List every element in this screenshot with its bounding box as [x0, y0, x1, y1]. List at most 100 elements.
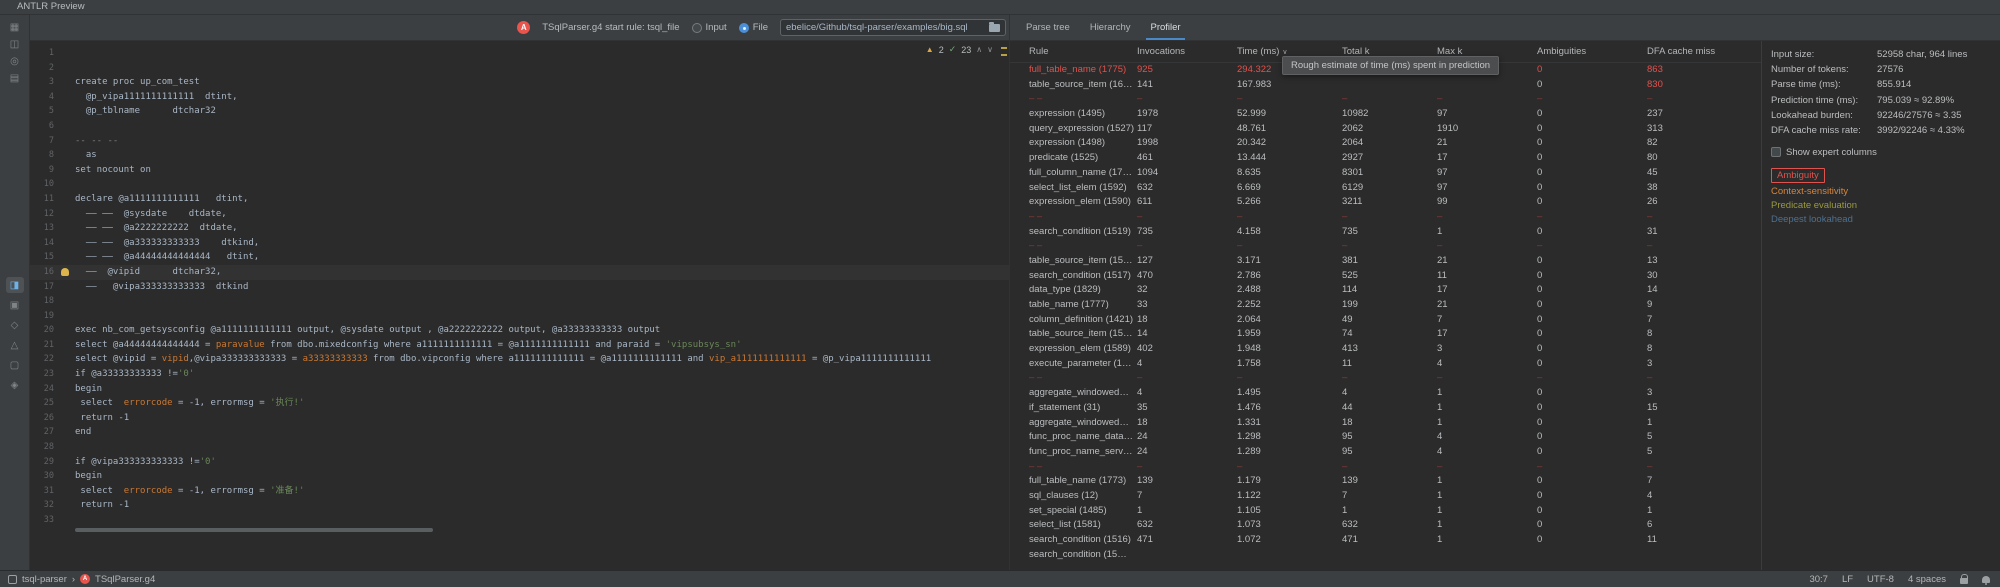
- code-line[interactable]: 28: [30, 440, 1009, 455]
- code-line[interactable]: 33: [30, 513, 1009, 528]
- table-row[interactable]: predicate (1525)46113.444292717080: [1010, 151, 1761, 166]
- code-line[interactable]: 4 @p_vipa1111111111111 dtint,: [30, 90, 1009, 105]
- table-row[interactable]: table_name (1777)332.2521992109: [1010, 298, 1761, 313]
- table-row[interactable]: – –––––––: [1010, 460, 1761, 475]
- tool-window-icon-5[interactable]: ◈: [6, 377, 24, 393]
- code-line[interactable]: 15 —— —— @a44444444444444 dtint,: [30, 250, 1009, 265]
- table-row[interactable]: select_list (1581)6321.073632106: [1010, 518, 1761, 533]
- table-row[interactable]: select_list_elem (1592)6326.669612997038: [1010, 181, 1761, 196]
- table-row[interactable]: full_column_name (17…10948.635830197045: [1010, 166, 1761, 181]
- code-line[interactable]: 6: [30, 119, 1009, 134]
- code-line[interactable]: 21select @a44444444444444 = paravalue fr…: [30, 338, 1009, 353]
- tool-window-icon-2[interactable]: ◇: [6, 317, 24, 333]
- notifications-bell-icon[interactable]: [1982, 576, 1990, 583]
- project-icon[interactable]: ▦: [6, 19, 24, 35]
- table-row[interactable]: – –––––––: [1010, 239, 1761, 254]
- inspections-widget[interactable]: ▲2 ✓23 ∧ ∨: [926, 44, 993, 55]
- breadcrumb-file[interactable]: TSqlParser.g4: [95, 574, 155, 585]
- code-line[interactable]: 32 return -1: [30, 498, 1009, 513]
- folder-icon[interactable]: [989, 24, 1000, 32]
- code-line[interactable]: 25 select errorcode = -1, errormsg = '执行…: [30, 396, 1009, 411]
- table-row[interactable]: table_source_item (16…141167.9830830: [1010, 78, 1761, 93]
- caret-position[interactable]: 30:7: [1809, 574, 1828, 585]
- file-radio[interactable]: File: [739, 22, 768, 33]
- intention-bulb-icon[interactable]: [61, 268, 69, 276]
- table-row[interactable]: data_type (1829)322.48811417014: [1010, 283, 1761, 298]
- table-row[interactable]: aggregate_windowed…41.4954103: [1010, 386, 1761, 401]
- column-header-ambiguities[interactable]: Ambiguities: [1537, 46, 1647, 57]
- code-line[interactable]: 19: [30, 309, 1009, 324]
- column-header-rule[interactable]: Rule: [1029, 46, 1137, 57]
- table-row[interactable]: func_proc_name_data…241.29895405: [1010, 430, 1761, 445]
- error-stripe-mark[interactable]: [1001, 54, 1007, 56]
- table-row[interactable]: table_source_item (15…1273.17138121013: [1010, 254, 1761, 269]
- show-expert-columns-checkbox[interactable]: Show expert columns: [1771, 145, 1992, 159]
- code-line[interactable]: 5 @p_tblname dtchar32: [30, 104, 1009, 119]
- table-row[interactable]: search_condition (1516)4711.0724711011: [1010, 533, 1761, 548]
- table-row[interactable]: – –––––––: [1010, 210, 1761, 225]
- code-line[interactable]: 27end: [30, 425, 1009, 440]
- code-line[interactable]: 14 —— —— @a333333333333 dtkind,: [30, 236, 1009, 251]
- code-line[interactable]: 30begin: [30, 469, 1009, 484]
- column-header-dfa-cache-miss[interactable]: DFA cache miss: [1647, 46, 1760, 57]
- table-row[interactable]: sql_clauses (12)71.1227104: [1010, 489, 1761, 504]
- prev-issue-icon[interactable]: ∧: [976, 45, 982, 54]
- code-line[interactable]: 31 select errorcode = -1, errormsg = '准备…: [30, 484, 1009, 499]
- code-line[interactable]: 9set nocount on: [30, 163, 1009, 178]
- code-line[interactable]: 10: [30, 177, 1009, 192]
- table-row[interactable]: expression (1498)199820.342206421082: [1010, 136, 1761, 151]
- table-row[interactable]: – –––––––: [1010, 92, 1761, 107]
- input-radio[interactable]: Input: [692, 22, 727, 33]
- code-line[interactable]: 12 —— —— @sysdate dtdate,: [30, 207, 1009, 222]
- breadcrumb-project[interactable]: tsql-parser: [22, 574, 67, 585]
- encoding[interactable]: UTF-8: [1867, 574, 1894, 585]
- horizontal-scrollbar[interactable]: [75, 528, 433, 532]
- code-line[interactable]: 22select @vipid = vipid,@vipa33333333333…: [30, 352, 1009, 367]
- table-row[interactable]: aggregate_windowed…181.33118101: [1010, 416, 1761, 431]
- bookmarks-icon[interactable]: ▤: [6, 70, 24, 86]
- tab-profiler[interactable]: Profiler: [1140, 15, 1190, 40]
- tool-window-icon-3[interactable]: △: [6, 337, 24, 353]
- code-line[interactable]: 7-- -- --: [30, 134, 1009, 149]
- search-icon[interactable]: ◎: [6, 53, 24, 69]
- code-line[interactable]: 8 as: [30, 148, 1009, 163]
- table-row[interactable]: if_statement (31)351.476441015: [1010, 401, 1761, 416]
- table-row[interactable]: expression_elem (1589)4021.948413308: [1010, 342, 1761, 357]
- line-ending[interactable]: LF: [1842, 574, 1853, 585]
- table-row[interactable]: column_definition (1421)182.06449707: [1010, 313, 1761, 328]
- code-line[interactable]: 20exec nb_com_getsysconfig @a11111111111…: [30, 323, 1009, 338]
- table-row[interactable]: full_table_name (1773)1391.179139107: [1010, 474, 1761, 489]
- table-row[interactable]: query_expression (1527)11748.76120621910…: [1010, 122, 1761, 137]
- table-row[interactable]: execute_parameter (1…41.75811403: [1010, 357, 1761, 372]
- table-row[interactable]: table_source_item (15…141.959741708: [1010, 327, 1761, 342]
- code-line[interactable]: 29if @vipa333333333333 !='0': [30, 455, 1009, 470]
- table-row[interactable]: expression_elem (1590)6115.266321199026: [1010, 195, 1761, 210]
- table-row[interactable]: search_condition (15…: [1010, 548, 1761, 563]
- code-line[interactable]: 24begin: [30, 382, 1009, 397]
- next-issue-icon[interactable]: ∨: [987, 45, 993, 54]
- code-line[interactable]: 16 —— @vipid dtchar32,: [30, 265, 1009, 280]
- code-line[interactable]: 13 —— —— @a2222222222 dtdate,: [30, 221, 1009, 236]
- code-editor[interactable]: ▲2 ✓23 ∧ ∨ 123create proc up_com_test4 @…: [30, 41, 1009, 570]
- error-stripe-mark[interactable]: [1001, 47, 1007, 49]
- code-line[interactable]: 17 —— @vipa333333333333 dtkind: [30, 280, 1009, 295]
- file-path-field[interactable]: ebelice/Github/tsql-parser/examples/big.…: [780, 19, 1006, 36]
- table-row[interactable]: – –––––––: [1010, 371, 1761, 386]
- code-line[interactable]: 3create proc up_com_test: [30, 75, 1009, 90]
- antlr-preview-icon[interactable]: ◨: [6, 277, 24, 293]
- readonly-lock-icon[interactable]: [1960, 578, 1968, 584]
- structure-icon[interactable]: ◫: [6, 36, 24, 52]
- code-line[interactable]: 1: [30, 46, 1009, 61]
- tab-parse-tree[interactable]: Parse tree: [1016, 15, 1080, 40]
- tool-window-icon-4[interactable]: ▢: [6, 357, 24, 373]
- tab-hierarchy[interactable]: Hierarchy: [1080, 15, 1141, 40]
- table-row[interactable]: expression (1495)197852.99910982970237: [1010, 107, 1761, 122]
- code-line[interactable]: 26 return -1: [30, 411, 1009, 426]
- table-row[interactable]: set_special (1485)11.1051101: [1010, 504, 1761, 519]
- code-line[interactable]: 23if @a33333333333 !='0': [30, 367, 1009, 382]
- code-line[interactable]: 11declare @a1111111111111 dtint,: [30, 192, 1009, 207]
- indent-size[interactable]: 4 spaces: [1908, 574, 1946, 585]
- table-row[interactable]: search_condition (1517)4702.78652511030: [1010, 269, 1761, 284]
- column-header-invocations[interactable]: Invocations: [1137, 46, 1237, 57]
- code-line[interactable]: 2: [30, 61, 1009, 76]
